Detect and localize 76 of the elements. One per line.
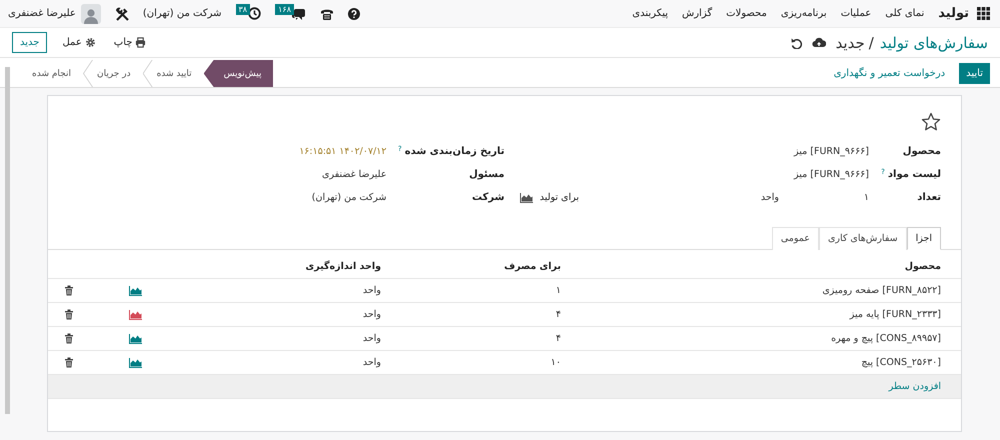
- apps-menu-icon[interactable]: [977, 7, 990, 20]
- cloud-upload-icon[interactable]: [812, 36, 826, 49]
- confirm-button[interactable]: تایید: [959, 63, 990, 84]
- delete-icon[interactable]: [64, 285, 74, 296]
- undo-icon[interactable]: [790, 36, 802, 48]
- help-tooltip[interactable]: ?: [881, 169, 885, 176]
- status-stage[interactable]: پیش‌نویس: [204, 60, 274, 87]
- column-header: برای مصرف: [381, 255, 561, 278]
- field-value[interactable]: [FURN_۹۶۶۶] میز: [794, 146, 869, 157]
- field-label: لیست مواد: [888, 169, 941, 180]
- user-avatar[interactable]: [80, 4, 101, 24]
- date-value[interactable]: ۱۴۰۲/۰۷/۱۲ ۱۶:۱۵:۵۱: [299, 146, 386, 157]
- maintenance-request-link[interactable]: درخواست تعمیر و نگهداری: [834, 68, 946, 79]
- menu-item[interactable]: پیکربندی: [632, 8, 668, 19]
- field-label: تاریخ زمان‌بندی شده: [404, 146, 504, 157]
- breadcrumb-current: جدید: [836, 34, 865, 52]
- add-line-link[interactable]: افزودن سطر: [888, 381, 941, 392]
- status-stage[interactable]: انجام شده: [18, 60, 83, 87]
- menu-item[interactable]: گزارش: [682, 8, 712, 19]
- scrollbar[interactable]: [5, 67, 10, 414]
- area-chart-icon[interactable]: [129, 309, 143, 320]
- breadcrumb-link[interactable]: سفارش‌های تولید: [880, 34, 988, 52]
- area-chart-icon[interactable]: [129, 285, 143, 296]
- gear-icon: [84, 37, 96, 48]
- unit-cell[interactable]: واحد: [161, 326, 381, 350]
- company-switcher[interactable]: شرکت من (تهران): [142, 8, 222, 19]
- quantity-cell[interactable]: ۴: [381, 302, 561, 326]
- status-stage[interactable]: تایید شده: [142, 60, 204, 87]
- menu-item[interactable]: عملیات: [840, 8, 872, 19]
- product-cell[interactable]: [FURN_۲۳۳۳] پایه میز: [561, 302, 961, 326]
- breadcrumb-separator: /: [868, 34, 874, 52]
- action-button[interactable]: عمل: [59, 35, 99, 50]
- printer-icon: [135, 37, 146, 48]
- product-cell[interactable]: [FURN_۸۵۲۲] صفحه رومیزی: [561, 278, 961, 302]
- delete-icon[interactable]: [64, 333, 74, 344]
- user-name[interactable]: علیرضا غضنفری: [8, 8, 76, 19]
- help-icon[interactable]: [348, 8, 360, 20]
- area-chart-icon[interactable]: [129, 333, 143, 344]
- menu-item[interactable]: نمای کلی: [885, 8, 924, 19]
- quantity-value[interactable]: ۱: [779, 192, 869, 203]
- menu-item[interactable]: برنامه‌ریزی: [780, 8, 827, 19]
- field-label: محصول: [902, 146, 941, 157]
- quantity-cell[interactable]: ۱: [381, 278, 561, 302]
- tab[interactable]: اجزا: [906, 227, 941, 250]
- unit-value[interactable]: واحد: [579, 192, 779, 203]
- clock-icon[interactable]: [248, 7, 262, 20]
- tab[interactable]: عمومی: [772, 227, 819, 250]
- field-value[interactable]: علیرضا غضنفری: [322, 169, 386, 180]
- menu-item[interactable]: محصولات: [726, 8, 767, 19]
- status-stage[interactable]: در جریان: [82, 60, 143, 87]
- tools-icon[interactable]: [114, 6, 129, 20]
- field-label: تعداد: [917, 192, 941, 203]
- print-button[interactable]: چاپ: [110, 35, 150, 50]
- field-label: شرکت: [472, 192, 504, 203]
- field-label: مسئول: [469, 169, 504, 180]
- app-name[interactable]: تولید: [938, 6, 969, 21]
- to-produce-link[interactable]: برای تولید: [520, 192, 579, 203]
- column-header: واحد اندازه‌گیری: [161, 255, 381, 278]
- area-chart-icon: [520, 192, 534, 203]
- chat-icon[interactable]: [292, 6, 306, 20]
- star-icon[interactable]: [921, 112, 941, 132]
- product-cell[interactable]: [CONS_۸۹۹۵۷] پیچ و مهره: [561, 326, 961, 350]
- field-value[interactable]: شرکت من (تهران): [312, 192, 386, 203]
- area-chart-icon[interactable]: [129, 357, 143, 368]
- activity-count-badge: ۳۸: [236, 4, 250, 15]
- help-tooltip[interactable]: ?: [398, 146, 402, 153]
- delete-icon[interactable]: [64, 357, 74, 368]
- unit-cell[interactable]: واحد: [161, 278, 381, 302]
- new-button[interactable]: جدید: [12, 32, 48, 53]
- unit-cell[interactable]: واحد: [161, 302, 381, 326]
- tab[interactable]: سفارش‌های کاری: [818, 227, 907, 250]
- column-header: محصول: [561, 255, 961, 278]
- field-value[interactable]: [FURN_۹۶۶۶] میز: [794, 169, 869, 180]
- quantity-cell[interactable]: ۴: [381, 326, 561, 350]
- message-count-badge: ۱۶۸: [275, 4, 294, 15]
- delete-icon[interactable]: [64, 309, 74, 320]
